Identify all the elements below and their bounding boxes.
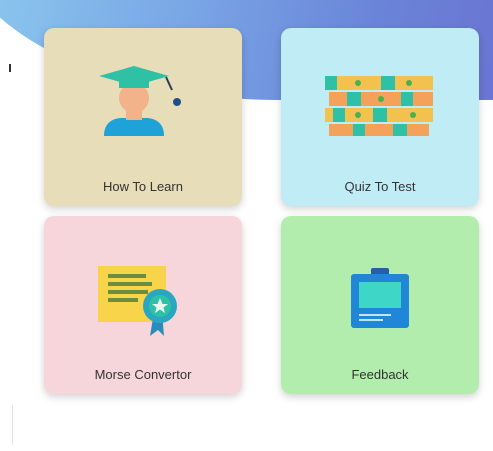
card-label: How To Learn	[103, 179, 183, 194]
card-label: Quiz To Test	[344, 179, 416, 194]
app-screen: How To Learn Quiz To Test Morse Converto…	[0, 0, 493, 451]
card-label: Feedback	[351, 367, 409, 382]
scroll-indicator	[9, 64, 11, 72]
card-how-to-learn[interactable]: How To Learn	[44, 28, 242, 206]
divider	[12, 405, 13, 445]
card-morse-convertor[interactable]: Morse Convertor	[44, 216, 242, 394]
card-feedback[interactable]: Feedback	[281, 216, 479, 394]
card-quiz-to-test[interactable]: Quiz To Test	[281, 28, 479, 206]
card-label: Morse Convertor	[94, 367, 192, 382]
